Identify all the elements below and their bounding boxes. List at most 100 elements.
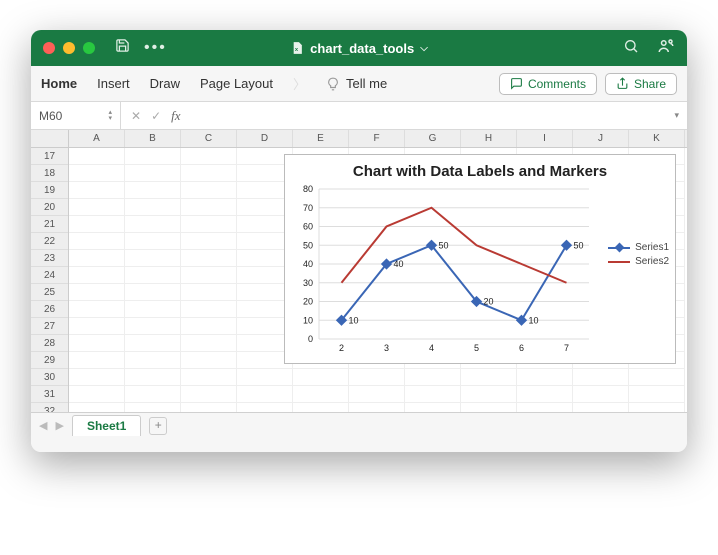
cell[interactable] — [461, 403, 517, 412]
cell[interactable] — [573, 403, 629, 412]
save-icon[interactable] — [115, 38, 130, 58]
cell[interactable] — [69, 403, 125, 412]
row-header[interactable]: 31 — [31, 386, 68, 403]
cell[interactable] — [125, 182, 181, 199]
document-title[interactable]: x chart_data_tools ⌵ — [290, 41, 428, 56]
cell[interactable] — [181, 199, 237, 216]
more-icon[interactable]: ••• — [144, 39, 167, 57]
close-window-button[interactable] — [43, 42, 55, 54]
cell[interactable] — [181, 386, 237, 403]
cell[interactable] — [69, 335, 125, 352]
cell[interactable] — [237, 369, 293, 386]
cell[interactable] — [125, 386, 181, 403]
cell[interactable] — [461, 386, 517, 403]
cell[interactable] — [181, 284, 237, 301]
formula-input[interactable] — [191, 102, 667, 129]
cell[interactable] — [349, 369, 405, 386]
share-button[interactable]: Share — [605, 73, 677, 95]
cell[interactable] — [405, 403, 461, 412]
cell[interactable] — [125, 250, 181, 267]
cell[interactable] — [181, 335, 237, 352]
cell[interactable] — [125, 403, 181, 412]
tab-home[interactable]: Home — [41, 76, 77, 91]
formula-expand-icon[interactable]: ▾ — [666, 110, 687, 121]
cell[interactable] — [69, 301, 125, 318]
column-header[interactable]: C — [181, 130, 237, 147]
cell[interactable] — [125, 369, 181, 386]
row-header[interactable]: 30 — [31, 369, 68, 386]
cell[interactable] — [69, 369, 125, 386]
row-header[interactable]: 19 — [31, 182, 68, 199]
row-header[interactable]: 23 — [31, 250, 68, 267]
tab-page-layout[interactable]: Page Layout — [200, 76, 273, 91]
cell[interactable] — [125, 284, 181, 301]
cell[interactable] — [181, 216, 237, 233]
share-people-icon[interactable] — [657, 37, 675, 60]
cell[interactable] — [69, 318, 125, 335]
cell[interactable] — [573, 386, 629, 403]
cell[interactable] — [125, 216, 181, 233]
cell[interactable] — [629, 369, 685, 386]
cell[interactable] — [517, 403, 573, 412]
cell[interactable] — [349, 403, 405, 412]
cell[interactable] — [293, 403, 349, 412]
cell[interactable] — [181, 165, 237, 182]
column-header[interactable]: J — [573, 130, 629, 147]
comments-button[interactable]: Comments — [499, 73, 597, 95]
column-header[interactable]: H — [461, 130, 517, 147]
tab-draw[interactable]: Draw — [150, 76, 180, 91]
cell[interactable] — [293, 369, 349, 386]
sheet-nav-prev[interactable]: ◀ — [39, 419, 47, 432]
cell[interactable] — [181, 250, 237, 267]
cell[interactable] — [125, 352, 181, 369]
tell-me-search[interactable]: Tell me — [326, 76, 387, 91]
cell[interactable] — [125, 301, 181, 318]
cell[interactable] — [181, 369, 237, 386]
row-header[interactable]: 22 — [31, 233, 68, 250]
sheet-tab[interactable]: Sheet1 — [72, 415, 141, 436]
cell[interactable] — [181, 318, 237, 335]
row-header[interactable]: 18 — [31, 165, 68, 182]
add-sheet-button[interactable]: + — [149, 417, 167, 435]
cancel-icon[interactable]: ✕ — [131, 109, 141, 123]
cell[interactable] — [405, 369, 461, 386]
column-header[interactable]: G — [405, 130, 461, 147]
cell[interactable] — [181, 182, 237, 199]
cell[interactable] — [125, 148, 181, 165]
row-header[interactable]: 26 — [31, 301, 68, 318]
row-header[interactable]: 21 — [31, 216, 68, 233]
select-all-corner[interactable] — [31, 130, 68, 148]
fx-icon[interactable]: fx — [171, 108, 180, 124]
row-header[interactable]: 32 — [31, 403, 68, 412]
cell[interactable] — [125, 165, 181, 182]
cell[interactable] — [69, 386, 125, 403]
tab-insert[interactable]: Insert — [97, 76, 130, 91]
minimize-window-button[interactable] — [63, 42, 75, 54]
cell[interactable] — [69, 199, 125, 216]
cell[interactable] — [69, 267, 125, 284]
cell[interactable] — [69, 182, 125, 199]
column-header[interactable]: F — [349, 130, 405, 147]
cell[interactable] — [69, 233, 125, 250]
cell[interactable] — [629, 403, 685, 412]
cell[interactable] — [125, 199, 181, 216]
cell[interactable] — [181, 148, 237, 165]
cell[interactable] — [69, 284, 125, 301]
row-header[interactable]: 29 — [31, 352, 68, 369]
cell[interactable] — [181, 403, 237, 412]
cell[interactable] — [69, 250, 125, 267]
zoom-window-button[interactable] — [83, 42, 95, 54]
cell[interactable] — [293, 386, 349, 403]
column-header[interactable]: K — [629, 130, 685, 147]
cell[interactable] — [629, 386, 685, 403]
column-header[interactable]: B — [125, 130, 181, 147]
row-header[interactable]: 27 — [31, 318, 68, 335]
cell[interactable] — [125, 267, 181, 284]
cell[interactable] — [461, 369, 517, 386]
row-header[interactable]: 24 — [31, 267, 68, 284]
search-icon[interactable] — [623, 38, 639, 59]
cell[interactable] — [181, 352, 237, 369]
cell[interactable] — [69, 216, 125, 233]
column-header[interactable]: A — [69, 130, 125, 147]
column-header[interactable]: D — [237, 130, 293, 147]
